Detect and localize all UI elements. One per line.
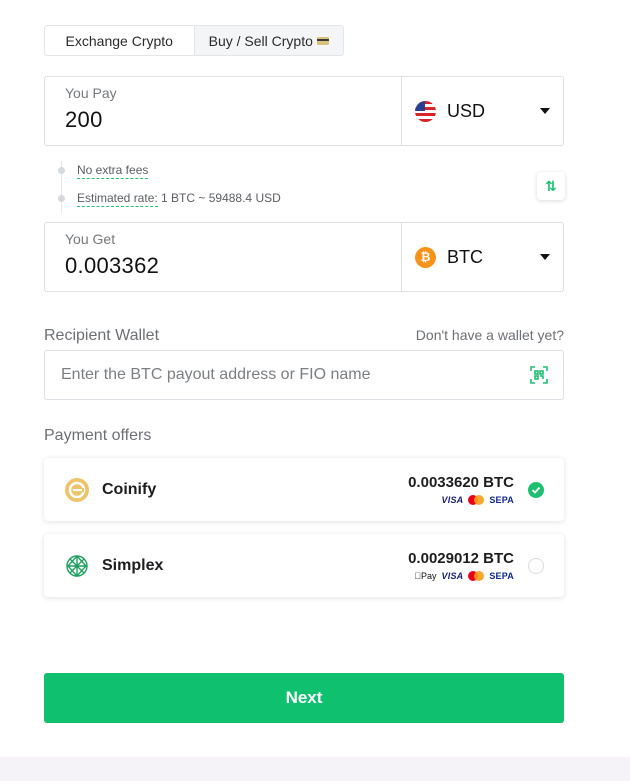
fees-text[interactable]: No extra fees	[77, 163, 149, 179]
visa-icon: VISA	[441, 494, 464, 505]
you-get-box: You Get 0.003362 ₿ BTC	[44, 222, 564, 292]
us-flag-icon	[415, 100, 436, 122]
simplex-logo-icon	[66, 554, 88, 577]
wallet-header: Recipient Wallet Don't have a wallet yet…	[44, 327, 564, 345]
offer-simplex[interactable]: Simplex 0.0029012 BTC Pay VISA SEPA	[44, 534, 564, 597]
exchange-mode-tabs: Exchange Crypto Buy / Sell Crypto	[44, 25, 344, 56]
chevron-down-icon	[540, 254, 550, 260]
mastercard-icon	[468, 494, 485, 505]
apple-pay-icon: Pay	[414, 571, 436, 581]
rate-info: Estimated rate: 1 BTC ~ 59488.4 USD	[77, 191, 281, 207]
timeline-dot	[58, 195, 65, 202]
you-pay-box: You Pay 200 USD	[44, 76, 564, 146]
swap-currencies-button[interactable]: ⇅	[537, 172, 565, 200]
tab-buy-sell-crypto[interactable]: Buy / Sell Crypto	[195, 26, 344, 55]
pay-currency-select[interactable]: USD	[402, 77, 563, 145]
payment-methods: Pay VISA SEPA	[408, 570, 514, 581]
qr-scan-icon[interactable]	[529, 365, 549, 385]
exchange-info: No extra fees Estimated rate: 1 BTC ~ 59…	[58, 155, 568, 217]
coinify-logo-icon	[65, 477, 89, 502]
you-get-field[interactable]: You Get 0.003362	[45, 223, 402, 291]
sepa-icon: SEPA	[489, 570, 514, 581]
apple-pay-label: Pay	[421, 570, 437, 581]
tab-label: Buy / Sell Crypto	[208, 32, 313, 49]
offer-name: Simplex	[102, 556, 164, 574]
wallet-title: Recipient Wallet	[44, 327, 160, 344]
you-pay-label: You Pay	[65, 85, 117, 101]
credit-card-icon	[316, 36, 329, 45]
rate-value: 1 BTC ~ 59488.4 USD	[161, 191, 281, 205]
offer-amount: 0.0033620 BTC	[408, 474, 514, 491]
offer-details: 0.0029012 BTC Pay VISA SEPA	[408, 550, 514, 581]
you-get-amount: 0.003362	[65, 253, 160, 278]
offer-details: 0.0033620 BTC VISA SEPA	[408, 474, 514, 505]
pay-currency-code: USD	[447, 100, 486, 121]
fees-info: No extra fees	[77, 163, 149, 179]
wallet-address-input[interactable]	[61, 366, 529, 384]
next-button[interactable]: Next	[44, 673, 564, 723]
checkmark-icon	[531, 486, 541, 494]
offer-selected-check[interactable]	[528, 481, 544, 498]
you-pay-field[interactable]: You Pay 200	[45, 77, 402, 145]
you-pay-amount[interactable]: 200	[65, 107, 381, 133]
offer-coinify[interactable]: Coinify 0.0033620 BTC VISA SEPA	[44, 458, 564, 521]
visa-icon: VISA	[441, 570, 464, 581]
swap-arrows-icon: ⇅	[545, 177, 557, 194]
offer-amount: 0.0029012 BTC	[408, 550, 514, 567]
no-wallet-link[interactable]: Don't have a wallet yet?	[416, 327, 564, 343]
payment-offers-title: Payment offers	[44, 427, 152, 444]
chevron-down-icon	[540, 108, 550, 114]
bitcoin-icon: ₿	[415, 246, 436, 268]
offer-name: Coinify	[102, 480, 157, 498]
get-currency-code: BTC	[447, 246, 483, 267]
sepa-icon: SEPA	[489, 494, 514, 505]
wallet-address-field	[44, 350, 564, 400]
tab-label: Exchange Crypto	[65, 32, 173, 49]
payment-methods: VISA SEPA	[408, 494, 514, 505]
timeline-dot	[58, 167, 65, 174]
rate-label[interactable]: Estimated rate:	[77, 191, 158, 207]
footer-band	[0, 757, 630, 781]
mastercard-icon	[468, 570, 485, 581]
tab-exchange-crypto[interactable]: Exchange Crypto	[45, 26, 195, 55]
offer-radio[interactable]	[528, 557, 544, 574]
you-get-label: You Get	[65, 231, 116, 247]
get-currency-select[interactable]: ₿ BTC	[402, 223, 563, 291]
